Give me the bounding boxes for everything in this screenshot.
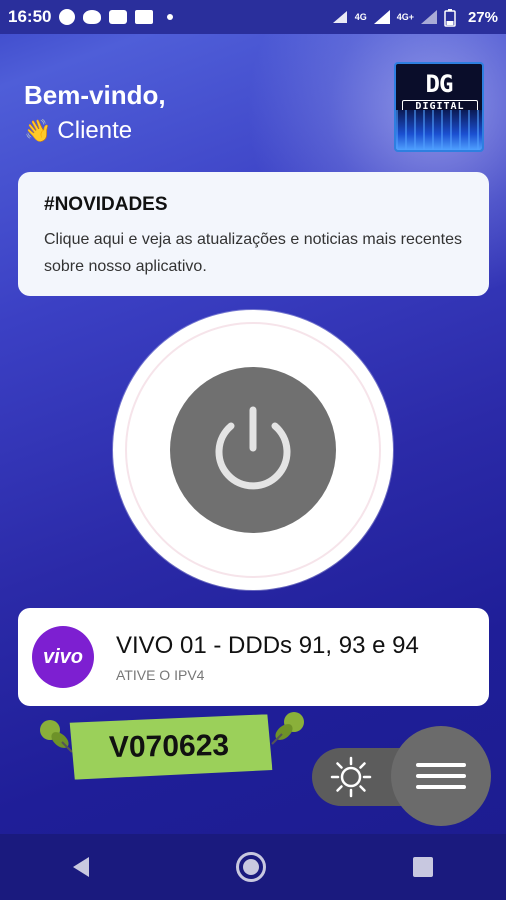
hamburger-icon-bar [416, 774, 466, 778]
whatsapp-icon [59, 9, 76, 25]
connect-button[interactable] [113, 310, 393, 590]
menu-button[interactable] [391, 726, 491, 826]
user-greeting: 👋 Cliente [24, 117, 166, 145]
user-name: Cliente [57, 117, 133, 144]
wave-icon: 👋 [24, 118, 52, 143]
welcome-title: Bem-vindo, [24, 80, 166, 110]
news-icon [135, 10, 154, 24]
network-label-4g: 4G [354, 12, 367, 22]
news-title: #NOVIDADES [44, 194, 168, 215]
sync-icon [331, 9, 349, 25]
server-name: VIVO 01 - DDDs 91, 93 e 94 [116, 632, 419, 659]
power-icon [215, 406, 291, 490]
system-nav-bar [0, 834, 506, 900]
network-label-4g-plus: 4G+ [396, 12, 414, 22]
greeting: Bem-vindo, 👋 Cliente [24, 80, 166, 145]
battery-icon [444, 9, 462, 27]
news-text: Clique aqui e veja as atualizações e not… [44, 231, 463, 275]
app-logo: DG DIGITAL [394, 62, 484, 152]
battery-level: 27% [467, 8, 498, 26]
dot-icon [167, 14, 174, 20]
logo-grid-graphic [396, 110, 482, 150]
version-label: V070623 [65, 714, 272, 780]
home-icon[interactable] [235, 852, 266, 882]
back-icon[interactable] [73, 857, 90, 877]
youtube-icon [109, 10, 128, 24]
vivo-logo: vivo [32, 626, 94, 688]
hamburger-icon-bar [416, 785, 466, 789]
hamburger-icon [416, 763, 466, 767]
pin-left-icon [40, 720, 73, 753]
recents-icon[interactable] [412, 857, 433, 877]
server-selector[interactable]: vivo VIVO 01 - DDDs 91, 93 e 94 ATIVE O … [18, 608, 489, 706]
app-screen: 16:50 4G 4G+ 27% Bem-vindo, 👋 Cliente DG… [0, 0, 506, 900]
power-button-core [170, 367, 336, 533]
mask-icon [83, 10, 102, 24]
server-subtitle: ATIVE O IPV4 [116, 667, 205, 683]
status-bar: 16:50 4G 4G+ 27% [0, 0, 506, 34]
pin-right-icon [271, 712, 304, 745]
sun-icon [330, 756, 372, 798]
signal-icon [420, 9, 438, 25]
news-card[interactable]: #NOVIDADES Clique aqui e veja as atualiz… [18, 172, 489, 296]
signal-icon [373, 9, 391, 25]
logo-line1: DG [425, 70, 454, 98]
status-time: 16:50 [8, 7, 52, 26]
